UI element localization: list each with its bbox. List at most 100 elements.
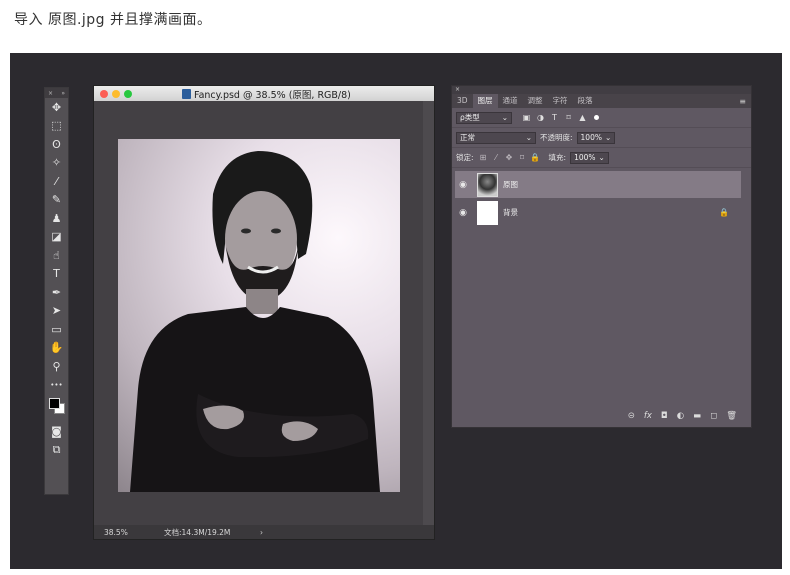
blend-row: 正常 ⌄ 不透明度: 100% ⌄ bbox=[452, 128, 751, 148]
layer-filter-row: ρ类型 ⌄ ▣ ◑ T ⌑ ▲ bbox=[452, 108, 751, 128]
tab-1[interactable]: 图层 bbox=[472, 94, 498, 108]
foreground-color[interactable] bbox=[49, 398, 60, 409]
tools-panel-header: × » bbox=[45, 88, 68, 98]
fill-label: 填充: bbox=[548, 153, 567, 162]
eye-icon[interactable]: ◉ bbox=[455, 208, 471, 218]
eyedropper-tool-icon[interactable]: ⁄ bbox=[45, 172, 68, 191]
document-size-info: 文档:14.3M/19.2M bbox=[164, 527, 231, 537]
tool-list: ✥ ⬚ ʘ ✧ ⁄ ✎ ♟ ◪ ☝ T ✒ ➤ ▭ ✋ ⚲ ••• bbox=[45, 98, 68, 394]
pen-tool-icon[interactable]: ✒ bbox=[45, 283, 68, 302]
psd-file-icon bbox=[182, 89, 191, 99]
pixel-filter-icon[interactable]: ▣ bbox=[521, 113, 532, 122]
document-status-bar: 38.5% 文档:14.3M/19.2M › bbox=[94, 525, 434, 539]
document-titlebar[interactable]: Fancy.psd @ 38.5% (原图, RGB/8) bbox=[94, 86, 434, 101]
shape-filter-icon[interactable]: ⌑ bbox=[563, 113, 574, 122]
opacity-label: 不透明度: bbox=[540, 133, 573, 142]
quick-mask-tool-icon[interactable]: ◙ bbox=[45, 422, 68, 441]
fill-input[interactable]: 100% ⌄ bbox=[570, 151, 609, 164]
panel-tabs: 3D 图层 通道 调整 字符 段落 ≡ bbox=[452, 94, 751, 108]
tab-4[interactable]: 字符 bbox=[548, 94, 573, 108]
status-menu-icon[interactable]: › bbox=[260, 528, 263, 537]
filter-icons: ▣ ◑ T ⌑ ▲ bbox=[521, 113, 588, 122]
smart-object-filter-icon[interactable]: ▲ bbox=[577, 113, 588, 122]
eraser-tool-icon[interactable]: ◪ bbox=[45, 228, 68, 247]
filter-kind-select[interactable]: ρ类型 ⌄ bbox=[456, 111, 512, 124]
window-controls bbox=[94, 89, 132, 98]
add-mask-icon[interactable]: ◘ bbox=[661, 411, 668, 421]
chevron-down-icon: ⌄ bbox=[604, 132, 612, 142]
lock-row: 锁定: ⊞ ⁄ ✥ ⌑ 🔒 填充: 100% ⌄ bbox=[452, 148, 751, 168]
more-tools-icon[interactable]: ••• bbox=[45, 376, 68, 395]
layers-panel: × 3D 图层 通道 调整 字符 段落 ≡ ρ类型 ⌄ ▣ ◑ T ⌑ ▲ 正常 ⌄ 不透明度: 1… bbox=[451, 85, 752, 428]
type-filter-icon[interactable]: T bbox=[549, 113, 560, 122]
color-swatches[interactable] bbox=[45, 394, 68, 422]
document-title: Fancy.psd @ 38.5% (原图, RGB/8) bbox=[182, 87, 351, 101]
vertical-scrollbar[interactable] bbox=[423, 101, 434, 527]
layer-row[interactable]: ◉ 背景 🔒 bbox=[455, 199, 741, 226]
adjustment-layer-icon[interactable]: ◐ bbox=[677, 411, 684, 421]
lock-transparency-icon[interactable]: ⊞ bbox=[478, 153, 489, 162]
tab-0[interactable]: 3D bbox=[452, 94, 473, 108]
path-select-tool-icon[interactable]: ➤ bbox=[45, 302, 68, 321]
blend-mode-label: 正常 bbox=[460, 132, 475, 142]
filter-kind-label: ρ类型 bbox=[460, 112, 480, 122]
layers-panel-footer: ⊝ fx ◘ ◐ ▬ ◻ 🗑 bbox=[452, 405, 751, 427]
lock-label: 锁定: bbox=[456, 153, 474, 162]
new-group-icon[interactable]: ▬ bbox=[693, 411, 701, 421]
tools-panel: × » ✥ ⬚ ʘ ✧ ⁄ ✎ ♟ ◪ ☝ T ✒ ➤ ▭ ✋ ⚲ ••• ◙ ⧉ bbox=[44, 87, 69, 495]
chevron-down-icon: ⌄ bbox=[525, 132, 532, 142]
layer-name: 背景 bbox=[503, 208, 518, 217]
eye-icon[interactable]: ◉ bbox=[455, 180, 471, 190]
fill-value: 100% bbox=[574, 152, 596, 162]
link-layers-icon[interactable]: ⊝ bbox=[628, 411, 635, 421]
blend-mode-select[interactable]: 正常 ⌄ bbox=[456, 131, 536, 144]
panel-menu-icon[interactable]: ≡ bbox=[739, 97, 751, 106]
layer-thumbnail bbox=[477, 200, 498, 225]
portrait-illustration bbox=[130, 151, 380, 492]
hand-tool-icon[interactable]: ✋ bbox=[45, 339, 68, 358]
stamp-tool-icon[interactable]: ♟ bbox=[45, 209, 68, 228]
brush-tool-icon[interactable]: ✎ bbox=[45, 191, 68, 210]
tool-list-bottom: ◙ ⧉ bbox=[45, 422, 68, 459]
type-tool-icon[interactable]: T bbox=[45, 265, 68, 284]
trash-icon[interactable]: 🗑 bbox=[726, 411, 737, 421]
lock-pixels-icon[interactable]: ⁄ bbox=[491, 153, 502, 162]
close-icon[interactable]: × bbox=[455, 86, 460, 93]
tab-2[interactable]: 通道 bbox=[498, 94, 523, 108]
filter-toggle[interactable] bbox=[594, 115, 599, 120]
lasso-tool-icon[interactable]: ʘ bbox=[45, 135, 68, 154]
portrait-photo bbox=[118, 139, 400, 492]
document-title-text: Fancy.psd @ 38.5% (原图, RGB/8) bbox=[194, 90, 351, 101]
document-window: Fancy.psd @ 38.5% (原图, RGB/8) 38.5% 文档:1… bbox=[93, 85, 435, 540]
zoom-level[interactable]: 38.5% bbox=[94, 528, 164, 537]
screen-mode-tool-icon[interactable]: ⧉ bbox=[45, 441, 68, 460]
caption: 导入 原图.jpg 并且撑满画面。 bbox=[14, 12, 212, 28]
rectangle-tool-icon[interactable]: ▭ bbox=[45, 320, 68, 339]
panel-header: × bbox=[452, 86, 751, 94]
close-window-button[interactable] bbox=[100, 89, 108, 98]
close-icon[interactable]: × bbox=[48, 90, 53, 97]
new-layer-icon[interactable]: ◻ bbox=[710, 411, 717, 421]
opacity-input[interactable]: 100% ⌄ bbox=[576, 131, 616, 144]
zoom-tool-icon[interactable]: ⚲ bbox=[45, 357, 68, 376]
lock-all-icon[interactable]: 🔒 bbox=[530, 153, 541, 162]
canvas-area[interactable] bbox=[94, 101, 424, 527]
magic-wand-tool-icon[interactable]: ✧ bbox=[45, 154, 68, 173]
collapse-icon[interactable]: » bbox=[61, 90, 65, 97]
fx-icon[interactable]: fx bbox=[644, 411, 652, 421]
move-tool-icon[interactable]: ✥ bbox=[45, 98, 68, 117]
lock-icons: ⊞ ⁄ ✥ ⌑ 🔒 bbox=[478, 153, 541, 162]
lock-position-icon[interactable]: ✥ bbox=[504, 153, 515, 162]
chevron-down-icon: ⌄ bbox=[598, 152, 605, 162]
layer-thumbnail bbox=[477, 172, 498, 197]
layer-row[interactable]: ◉ 原图 bbox=[455, 171, 741, 198]
smudge-tool-icon[interactable]: ☝ bbox=[45, 246, 68, 265]
minimize-window-button[interactable] bbox=[112, 89, 120, 98]
tab-5[interactable]: 段落 bbox=[573, 94, 598, 108]
zoom-window-button[interactable] bbox=[124, 89, 132, 98]
layer-name: 原图 bbox=[503, 180, 518, 189]
marquee-tool-icon[interactable]: ⬚ bbox=[45, 117, 68, 136]
tab-3[interactable]: 调整 bbox=[523, 94, 548, 108]
adjustment-filter-icon[interactable]: ◑ bbox=[535, 113, 546, 122]
lock-artboard-icon[interactable]: ⌑ bbox=[517, 153, 528, 162]
